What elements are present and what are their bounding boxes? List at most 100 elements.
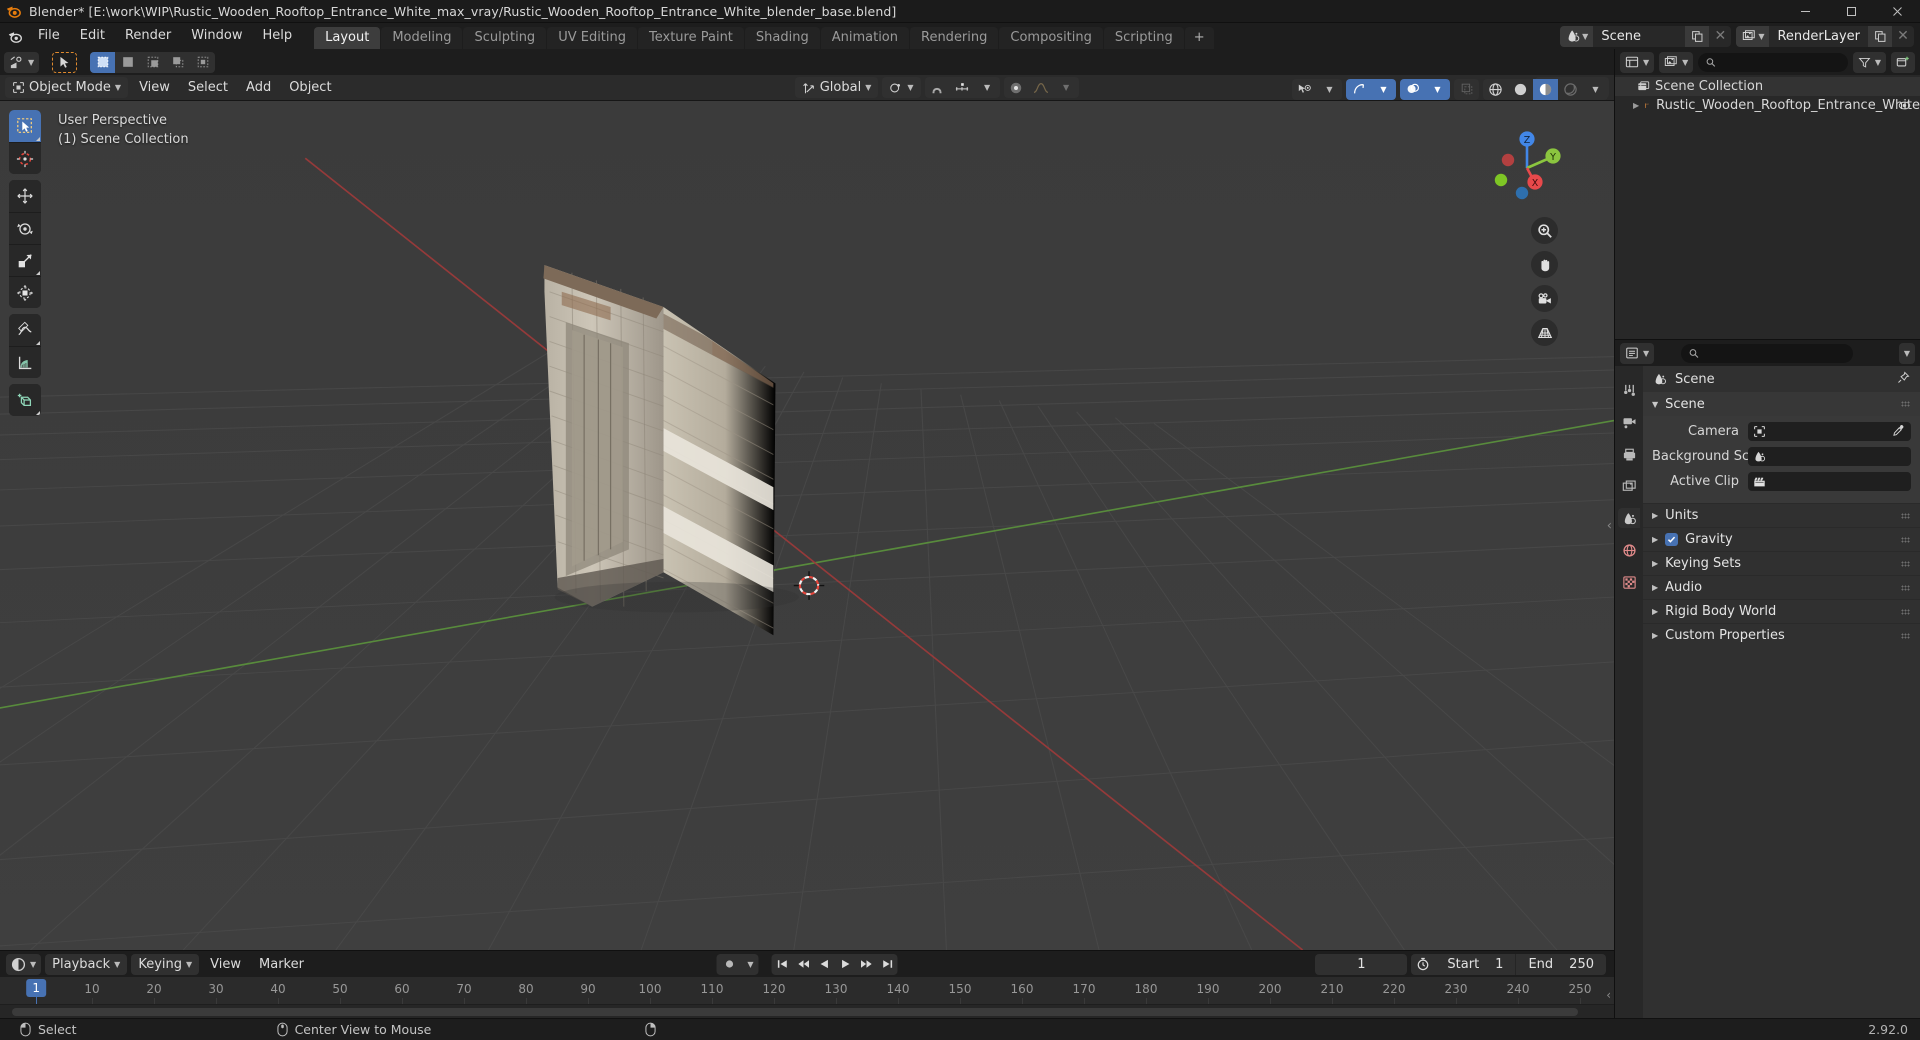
camera-field[interactable] bbox=[1748, 422, 1911, 441]
menu-render[interactable]: Render bbox=[115, 26, 181, 46]
pivot-point-selector[interactable]: ▼ bbox=[882, 77, 921, 98]
menu-add[interactable]: Add bbox=[239, 77, 278, 98]
outliner-row-scene-collection[interactable]: Scene Collection bbox=[1615, 77, 1920, 96]
jump-to-start-button[interactable] bbox=[772, 954, 793, 975]
snap-magnet-icon[interactable] bbox=[925, 77, 950, 98]
view-layer-tab[interactable] bbox=[1618, 476, 1640, 496]
pin-icon[interactable] bbox=[1897, 371, 1910, 384]
snap-increment-icon[interactable] bbox=[950, 77, 975, 98]
gravity-checkbox[interactable] bbox=[1665, 533, 1679, 546]
gizmo-chevron-icon[interactable]: ▼ bbox=[1371, 78, 1396, 100]
editor-type-3dview-icon[interactable]: ▼ bbox=[4, 51, 40, 73]
close-button[interactable] bbox=[1874, 0, 1920, 23]
tab-scripting[interactable]: Scripting bbox=[1103, 27, 1184, 49]
menu-marker[interactable]: Marker bbox=[252, 954, 311, 975]
new-view-layer-button[interactable] bbox=[1868, 25, 1892, 47]
new-collection-button[interactable] bbox=[1891, 51, 1915, 73]
menu-view[interactable]: View bbox=[132, 77, 177, 98]
outliner-search[interactable] bbox=[1698, 52, 1848, 72]
menu-select[interactable]: Select bbox=[181, 77, 235, 98]
zoom-icon[interactable] bbox=[1531, 217, 1558, 244]
use-preview-range-icon[interactable] bbox=[1411, 954, 1435, 975]
overlays-icon[interactable] bbox=[1400, 78, 1425, 100]
select-invert-icon[interactable] bbox=[165, 52, 190, 73]
texture-tab[interactable] bbox=[1618, 572, 1640, 592]
move-tool[interactable] bbox=[9, 180, 41, 212]
shading-material-icon[interactable] bbox=[1533, 78, 1558, 100]
properties-search-input[interactable] bbox=[1704, 346, 1846, 360]
timeline-horizontal-scrollbar[interactable] bbox=[12, 1008, 1578, 1016]
remove-view-layer-button[interactable]: ✕ bbox=[1892, 26, 1914, 47]
current-frame-field[interactable]: 1 bbox=[1315, 953, 1408, 975]
scene-selector[interactable]: ▼ Scene ✕ bbox=[1560, 25, 1732, 47]
outliner-filter-button[interactable]: ▼ bbox=[1852, 51, 1886, 73]
tab-shading[interactable]: Shading bbox=[744, 27, 820, 49]
add-cube-tool[interactable] bbox=[9, 384, 41, 416]
new-scene-button[interactable] bbox=[1685, 25, 1710, 47]
jump-to-next-keyframe-button[interactable] bbox=[856, 954, 877, 975]
measure-tool[interactable] bbox=[9, 346, 41, 378]
timeline-sidebar-toggle[interactable]: ‹ bbox=[1606, 988, 1611, 1002]
audio-section[interactable]: ▶ Audio bbox=[1643, 575, 1920, 599]
visibility-chevron-icon[interactable]: ▼ bbox=[1317, 79, 1342, 100]
menu-object[interactable]: Object bbox=[282, 77, 338, 98]
editor-type-timeline-icon[interactable]: ▼ bbox=[6, 953, 42, 975]
units-section[interactable]: ▶ Units bbox=[1643, 503, 1920, 527]
select-extend-icon[interactable] bbox=[115, 52, 140, 73]
auto-keying-chevron-icon[interactable]: ▼ bbox=[743, 954, 759, 975]
gizmo-icon[interactable] bbox=[1346, 78, 1371, 100]
cursor-tool[interactable] bbox=[9, 142, 41, 174]
jump-to-end-button[interactable] bbox=[877, 954, 898, 975]
custom-properties-section[interactable]: ▶ Custom Properties bbox=[1643, 623, 1920, 647]
tool-tab[interactable] bbox=[1618, 380, 1640, 400]
tab-add-workspace[interactable]: + bbox=[1184, 27, 1214, 49]
shading-rendered-icon[interactable] bbox=[1558, 79, 1583, 100]
expand-triangle[interactable]: ▶ bbox=[1633, 101, 1639, 110]
auto-keying-icon[interactable] bbox=[717, 954, 743, 975]
mode-selector[interactable]: Object Mode ▼ bbox=[5, 77, 129, 98]
unlink-scene-button[interactable]: ✕ bbox=[1709, 26, 1731, 47]
proportional-edit-icon[interactable] bbox=[1004, 77, 1029, 98]
properties-options-button[interactable]: ▼ bbox=[1898, 342, 1915, 364]
display-mode-selector[interactable]: ▼ bbox=[1659, 51, 1694, 73]
menu-keying[interactable]: Keying ▼ bbox=[131, 953, 200, 975]
transform-tool[interactable] bbox=[9, 276, 41, 308]
view-layer-selector[interactable]: ▼ RenderLayer ✕ bbox=[1736, 25, 1914, 47]
start-frame-field[interactable]: Start 1 bbox=[1435, 954, 1515, 975]
scene-tab[interactable] bbox=[1618, 508, 1640, 528]
camera-icon[interactable] bbox=[1531, 285, 1558, 312]
output-tab[interactable] bbox=[1618, 444, 1640, 464]
menu-edit[interactable]: Edit bbox=[70, 26, 115, 46]
menu-window[interactable]: Window bbox=[181, 26, 252, 46]
maximize-button[interactable] bbox=[1828, 0, 1874, 23]
falloff-chevron-icon[interactable]: ▼ bbox=[1054, 77, 1079, 98]
navigation-gizmo[interactable]: Z Y X bbox=[1486, 127, 1568, 209]
viewport-sidebar-toggle[interactable]: ‹ bbox=[1607, 518, 1612, 533]
tab-texture-paint[interactable]: Texture Paint bbox=[638, 27, 744, 49]
rigid-body-world-section[interactable]: ▶ Rigid Body World bbox=[1643, 599, 1920, 623]
scale-tool[interactable] bbox=[9, 244, 41, 276]
eyedropper-icon[interactable] bbox=[1892, 424, 1905, 437]
tab-uv-editing[interactable]: UV Editing bbox=[547, 27, 638, 49]
scene-icon[interactable]: ▼ bbox=[1560, 25, 1594, 47]
menu-file[interactable]: File bbox=[28, 26, 70, 46]
renderlayers-icon[interactable]: ▼ bbox=[1736, 25, 1770, 47]
menu-help[interactable]: Help bbox=[253, 26, 303, 46]
active-tool-indicator[interactable] bbox=[52, 51, 78, 73]
visibility-eye-icon[interactable] bbox=[1898, 99, 1911, 112]
shading-chevron-icon[interactable]: ▼ bbox=[1583, 79, 1608, 100]
view-layer-name[interactable]: RenderLayer bbox=[1769, 29, 1868, 44]
end-frame-field[interactable]: End 250 bbox=[1515, 953, 1606, 975]
jump-to-prev-keyframe-button[interactable] bbox=[793, 954, 814, 975]
xray-toggle-icon[interactable] bbox=[1454, 79, 1479, 100]
object-type-visibility-icon[interactable] bbox=[1292, 79, 1317, 100]
editor-type-properties-icon[interactable]: ▼ bbox=[1620, 342, 1655, 364]
grid-perspective-icon[interactable] bbox=[1531, 319, 1558, 346]
editor-type-outliner-icon[interactable]: ▼ bbox=[1620, 51, 1655, 73]
tab-rendering[interactable]: Rendering bbox=[910, 27, 999, 49]
tab-compositing[interactable]: Compositing bbox=[999, 27, 1103, 49]
timeline-ruler[interactable]: 10 20 30 40 50 60 70 80 90 100 110 120 130 140 150 160 1… bbox=[0, 977, 1614, 1018]
tab-animation[interactable]: Animation bbox=[820, 27, 909, 49]
outliner-row-object[interactable]: ▶ Rustic_Wooden_Rooftop_Entrance_White bbox=[1615, 96, 1920, 115]
shading-solid-icon[interactable] bbox=[1508, 79, 1533, 100]
